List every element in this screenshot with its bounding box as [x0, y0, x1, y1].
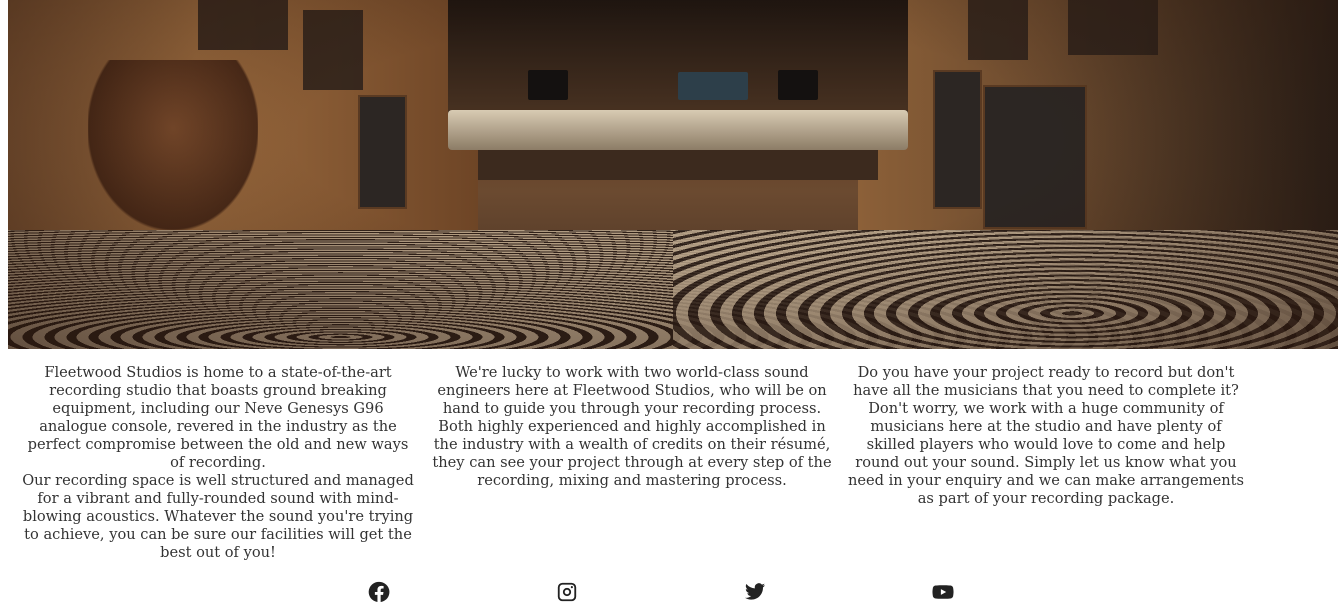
paragraph: We're lucky to work with two world-class…: [432, 364, 832, 489]
intro-column-engineers: We're lucky to work with two world-class…: [432, 364, 832, 490]
paragraph: Our recording space is well structured a…: [22, 472, 414, 561]
facebook-icon[interactable]: [367, 580, 391, 604]
twitter-icon[interactable]: [743, 580, 767, 604]
hero-image: [8, 0, 1338, 349]
intro-column-musicians: Do you have your project ready to record…: [846, 364, 1246, 508]
paragraph: Do you have your project ready to record…: [847, 364, 1245, 507]
intro-column-equipment: Fleetwood Studios is home to a state-of-…: [20, 364, 416, 562]
vignette-overlay: [8, 0, 1338, 349]
paragraph: Fleetwood Studios is home to a state-of-…: [27, 364, 409, 471]
youtube-icon[interactable]: [931, 580, 955, 604]
instagram-icon[interactable]: [555, 580, 579, 604]
